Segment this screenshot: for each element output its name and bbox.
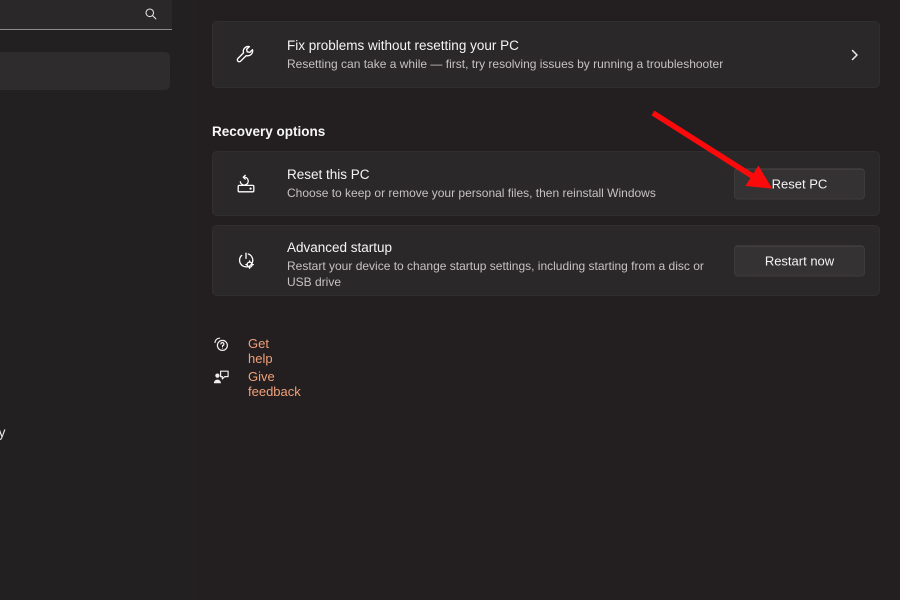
reset-this-pc-card[interactable]: Reset this PC Choose to keep or remove y… <box>212 151 880 216</box>
reset-this-pc-subtitle: Choose to keep or remove your personal f… <box>287 186 656 200</box>
wrench-icon <box>235 44 257 66</box>
give-feedback-icon <box>212 368 230 386</box>
advanced-startup-subtitle: Restart your device to change startup se… <box>287 259 704 289</box>
settings-window: h & devices & internet ization s anguage… <box>0 0 900 600</box>
sidebar-item-selected[interactable] <box>0 52 170 90</box>
troubleshoot-card-subtitle: Resetting can take a while — first, try … <box>287 57 724 71</box>
troubleshoot-card[interactable]: Fix problems without resetting your PC R… <box>212 21 880 88</box>
get-help-label: Get help <box>248 336 273 366</box>
get-help-icon <box>212 335 230 353</box>
search-icon[interactable] <box>144 7 158 21</box>
power-gear-icon <box>235 250 257 272</box>
settings-content: Fix problems without resetting your PC R… <box>196 0 900 600</box>
reset-pc-icon <box>235 173 257 195</box>
advanced-startup-card[interactable]: Advanced startup Restart your device to … <box>212 225 880 296</box>
settings-sidebar: h & devices & internet ization s anguage… <box>0 0 196 600</box>
troubleshoot-card-title: Fix problems without resetting your PC <box>287 38 519 53</box>
search-input[interactable] <box>0 0 172 30</box>
sidebar-item-label: & security <box>0 424 6 440</box>
recovery-options-heading: Recovery options <box>212 124 326 139</box>
chevron-right-icon[interactable] <box>848 48 861 61</box>
reset-this-pc-title: Reset this PC <box>287 167 370 182</box>
advanced-startup-title: Advanced startup <box>287 240 393 255</box>
give-feedback-label: Give feedback <box>248 369 301 399</box>
reset-pc-button[interactable]: Reset PC <box>734 168 865 199</box>
restart-now-button[interactable]: Restart now <box>734 245 865 276</box>
